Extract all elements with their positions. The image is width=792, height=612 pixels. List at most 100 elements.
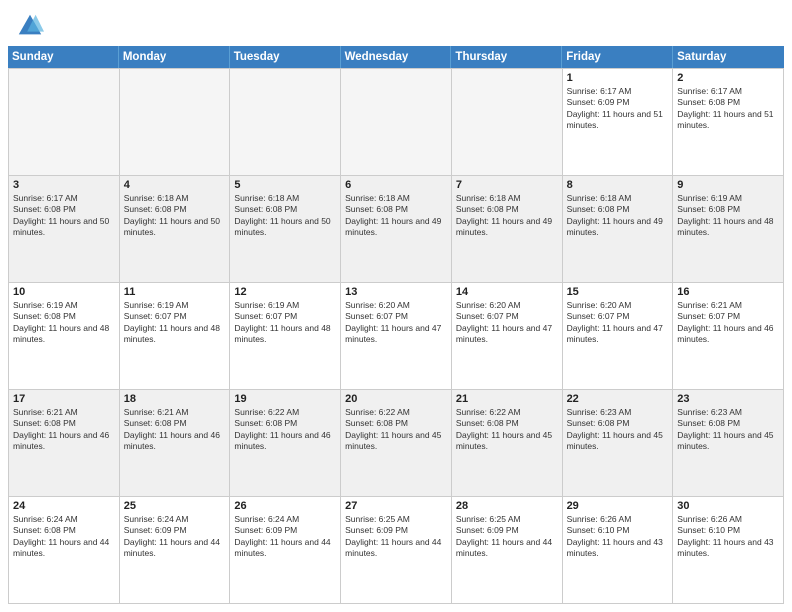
calendar-cell: 7 Sunrise: 6:18 AMSunset: 6:08 PMDaylight… xyxy=(452,176,563,283)
calendar-cell: 30Sunrise: 6:26 AMSunset: 6:10 PMDayligh… xyxy=(673,497,784,604)
calendar-cell: 11 Sunrise: 6:19 AMSunset: 6:07 PMDayligh… xyxy=(120,283,231,390)
cell-info: Sunrise: 6:21 AMSunset: 6:08 PMDaylight:… xyxy=(13,407,115,453)
calendar-cell: 27 Sunrise: 6:25 AMSunset: 6:09 PMDayligh… xyxy=(341,497,452,604)
calendar-header: SundayMondayTuesdayWednesdayThursdayFrid… xyxy=(8,46,784,68)
calendar-cell: 26 Sunrise: 6:24 AMSunset: 6:09 PMDayligh… xyxy=(230,497,341,604)
day-number: 6 xyxy=(345,179,447,191)
cell-info: Sunrise: 6:20 AMSunset: 6:07 PMDaylight:… xyxy=(456,300,558,346)
weekday-header: Wednesday xyxy=(341,46,452,68)
day-number: 11 xyxy=(124,286,226,298)
cell-info: Sunrise: 6:26 AMSunset: 6:10 PMDaylight:… xyxy=(567,514,669,560)
calendar-cell: 9 Sunrise: 6:19 AMSunset: 6:08 PMDaylight… xyxy=(673,176,784,283)
day-number: 21 xyxy=(456,393,558,405)
cell-info: Sunrise: 6:18 AMSunset: 6:08 PMDaylight:… xyxy=(345,193,447,239)
day-number: 27 xyxy=(345,500,447,512)
calendar-cell: 24 Sunrise: 6:24 AMSunset: 6:08 PMDayligh… xyxy=(9,497,120,604)
day-number: 19 xyxy=(234,393,336,405)
day-number: 3 xyxy=(13,179,115,191)
day-number: 8 xyxy=(567,179,669,191)
cell-info: Sunrise: 6:19 AMSunset: 6:07 PMDaylight:… xyxy=(234,300,336,346)
day-number: 16 xyxy=(677,286,779,298)
calendar-cell: 25 Sunrise: 6:24 AMSunset: 6:09 PMDayligh… xyxy=(120,497,231,604)
day-number: 2 xyxy=(677,72,779,84)
day-number: 17 xyxy=(13,393,115,405)
calendar-cell: 4Sunrise: 6:18 AMSunset: 6:08 PMDaylight… xyxy=(120,176,231,283)
cell-info: Sunrise: 6:25 AMSunset: 6:09 PMDaylight:… xyxy=(456,514,558,560)
calendar-cell: 21 Sunrise: 6:22 AMSunset: 6:08 PMDayligh… xyxy=(452,390,563,497)
page: SundayMondayTuesdayWednesdayThursdayFrid… xyxy=(0,0,792,612)
day-number: 28 xyxy=(456,500,558,512)
day-number: 5 xyxy=(234,179,336,191)
calendar-cell: 22 Sunrise: 6:23 AMSunset: 6:08 PMDayligh… xyxy=(563,390,674,497)
calendar-cell: 29Sunrise: 6:26 AMSunset: 6:10 PMDayligh… xyxy=(563,497,674,604)
cell-info: Sunrise: 6:17 AMSunset: 6:09 PMDaylight:… xyxy=(567,86,669,132)
day-number: 25 xyxy=(124,500,226,512)
cell-info: Sunrise: 6:24 AMSunset: 6:09 PMDaylight:… xyxy=(124,514,226,560)
cell-info: Sunrise: 6:17 AMSunset: 6:08 PMDaylight:… xyxy=(677,86,779,132)
cell-info: Sunrise: 6:23 AMSunset: 6:08 PMDaylight:… xyxy=(567,407,669,453)
calendar-cell: 15 Sunrise: 6:20 AMSunset: 6:07 PMDayligh… xyxy=(563,283,674,390)
logo-icon xyxy=(16,12,44,40)
calendar-cell: 2 Sunrise: 6:17 AMSunset: 6:08 PMDaylight… xyxy=(673,69,784,176)
day-number: 22 xyxy=(567,393,669,405)
calendar-cell: 20 Sunrise: 6:22 AMSunset: 6:08 PMDayligh… xyxy=(341,390,452,497)
day-number: 24 xyxy=(13,500,115,512)
day-number: 9 xyxy=(677,179,779,191)
cell-info: Sunrise: 6:18 AMSunset: 6:08 PMDaylight:… xyxy=(567,193,669,239)
cell-info: Sunrise: 6:22 AMSunset: 6:08 PMDaylight:… xyxy=(234,407,336,453)
weekday-header: Friday xyxy=(562,46,673,68)
day-number: 18 xyxy=(124,393,226,405)
calendar-cell xyxy=(120,69,231,176)
calendar-cell: 8 Sunrise: 6:18 AMSunset: 6:08 PMDaylight… xyxy=(563,176,674,283)
header xyxy=(0,0,792,46)
cell-info: Sunrise: 6:25 AMSunset: 6:09 PMDaylight:… xyxy=(345,514,447,560)
calendar-cell: 23Sunrise: 6:23 AMSunset: 6:08 PMDayligh… xyxy=(673,390,784,497)
calendar-cell: 28 Sunrise: 6:25 AMSunset: 6:09 PMDayligh… xyxy=(452,497,563,604)
cell-info: Sunrise: 6:19 AMSunset: 6:08 PMDaylight:… xyxy=(677,193,779,239)
weekday-header: Tuesday xyxy=(230,46,341,68)
weekday-header: Saturday xyxy=(673,46,784,68)
calendar-cell: 17 Sunrise: 6:21 AMSunset: 6:08 PMDayligh… xyxy=(9,390,120,497)
cell-info: Sunrise: 6:17 AMSunset: 6:08 PMDaylight:… xyxy=(13,193,115,239)
calendar-cell xyxy=(341,69,452,176)
cell-info: Sunrise: 6:23 AMSunset: 6:08 PMDaylight:… xyxy=(677,407,779,453)
calendar-cell: 13Sunrise: 6:20 AMSunset: 6:07 PMDayligh… xyxy=(341,283,452,390)
weekday-header: Monday xyxy=(119,46,230,68)
day-number: 10 xyxy=(13,286,115,298)
weekday-header: Sunday xyxy=(8,46,119,68)
calendar-body: 1 Sunrise: 6:17 AMSunset: 6:09 PMDaylight… xyxy=(8,68,784,604)
day-number: 26 xyxy=(234,500,336,512)
calendar-cell: 14 Sunrise: 6:20 AMSunset: 6:07 PMDayligh… xyxy=(452,283,563,390)
cell-info: Sunrise: 6:18 AMSunset: 6:08 PMDaylight:… xyxy=(456,193,558,239)
day-number: 13 xyxy=(345,286,447,298)
cell-info: Sunrise: 6:21 AMSunset: 6:08 PMDaylight:… xyxy=(124,407,226,453)
day-number: 4 xyxy=(124,179,226,191)
day-number: 14 xyxy=(456,286,558,298)
day-number: 15 xyxy=(567,286,669,298)
cell-info: Sunrise: 6:19 AMSunset: 6:08 PMDaylight:… xyxy=(13,300,115,346)
calendar-cell: 3 Sunrise: 6:17 AMSunset: 6:08 PMDaylight… xyxy=(9,176,120,283)
calendar-cell xyxy=(452,69,563,176)
calendar-cell: 10 Sunrise: 6:19 AMSunset: 6:08 PMDayligh… xyxy=(9,283,120,390)
cell-info: Sunrise: 6:18 AMSunset: 6:08 PMDaylight:… xyxy=(234,193,336,239)
calendar: SundayMondayTuesdayWednesdayThursdayFrid… xyxy=(0,46,792,612)
cell-info: Sunrise: 6:22 AMSunset: 6:08 PMDaylight:… xyxy=(345,407,447,453)
day-number: 20 xyxy=(345,393,447,405)
calendar-cell: 18 Sunrise: 6:21 AMSunset: 6:08 PMDayligh… xyxy=(120,390,231,497)
cell-info: Sunrise: 6:20 AMSunset: 6:07 PMDaylight:… xyxy=(567,300,669,346)
cell-info: Sunrise: 6:24 AMSunset: 6:09 PMDaylight:… xyxy=(234,514,336,560)
calendar-cell: 16Sunrise: 6:21 AMSunset: 6:07 PMDayligh… xyxy=(673,283,784,390)
calendar-cell: 6 Sunrise: 6:18 AMSunset: 6:08 PMDaylight… xyxy=(341,176,452,283)
day-number: 7 xyxy=(456,179,558,191)
calendar-cell xyxy=(230,69,341,176)
cell-info: Sunrise: 6:19 AMSunset: 6:07 PMDaylight:… xyxy=(124,300,226,346)
day-number: 1 xyxy=(567,72,669,84)
day-number: 30 xyxy=(677,500,779,512)
day-number: 12 xyxy=(234,286,336,298)
calendar-cell: 19 Sunrise: 6:22 AMSunset: 6:08 PMDayligh… xyxy=(230,390,341,497)
calendar-cell: 12 Sunrise: 6:19 AMSunset: 6:07 PMDayligh… xyxy=(230,283,341,390)
calendar-cell: 5 Sunrise: 6:18 AMSunset: 6:08 PMDaylight… xyxy=(230,176,341,283)
cell-info: Sunrise: 6:24 AMSunset: 6:08 PMDaylight:… xyxy=(13,514,115,560)
cell-info: Sunrise: 6:22 AMSunset: 6:08 PMDaylight:… xyxy=(456,407,558,453)
calendar-cell xyxy=(9,69,120,176)
